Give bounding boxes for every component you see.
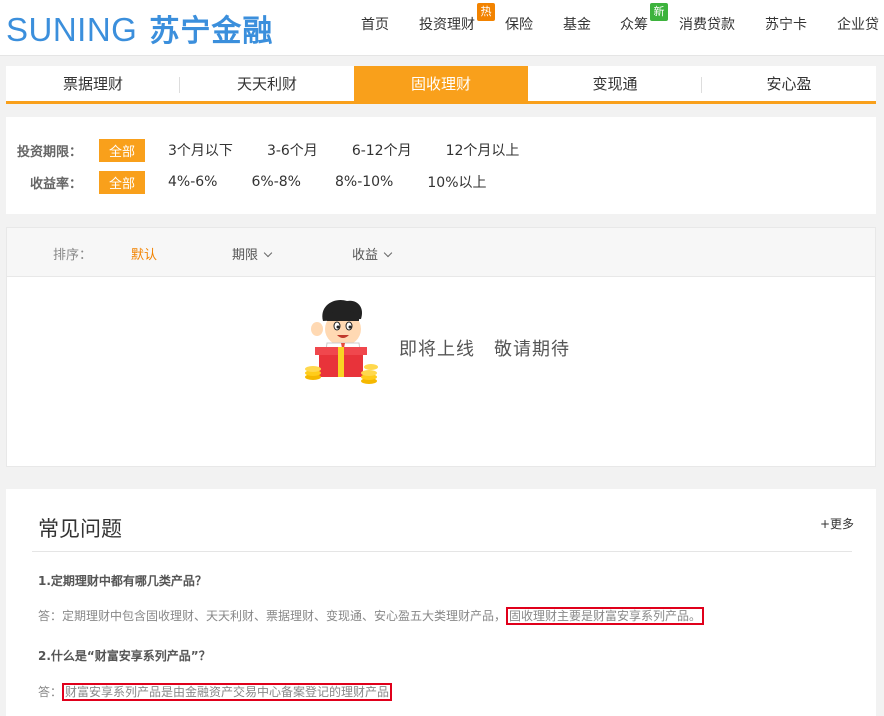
nav-enterprise-loan[interactable]: 企业贷 [837, 14, 879, 34]
faq-answer-1: 答：定期理财中包含固收理财、天天利财、票据理财、变现通、安心盈五大类理财产品，固… [38, 607, 705, 625]
logo-text-cn: 苏宁金融 [149, 14, 274, 49]
tab-bill-finance[interactable]: 票据理财 [6, 66, 180, 101]
nav-fund[interactable]: 基金 [563, 14, 591, 34]
tab-label: 固收理财 [410, 75, 471, 93]
tab-fixed-income[interactable]: 固收理财 [354, 66, 528, 101]
coming-soon-text: 即将上线 敬请期待 [399, 339, 570, 360]
faq-answer-2-text: 答： [38, 685, 63, 699]
faq-question-2: 2.什么是“财富安享系列产品”？ [38, 649, 211, 663]
faq-question-1: 1.定期理财中都有哪几类产品？ [38, 574, 207, 588]
rate-option-8-10[interactable]: 8%-10% [335, 174, 393, 190]
highlight-box: 财富安享系列产品是由金融资产交易中心备案登记的理财产品 [62, 683, 393, 701]
faq-divider [32, 551, 852, 552]
chevron-down-icon [263, 248, 273, 258]
rate-option-over-10[interactable]: 10%以上 [427, 172, 486, 192]
faq-answer-1-text: 答：定期理财中包含固收理财、天天利财、票据理财、变现通、安心盈五大类理财产品， [38, 609, 507, 623]
sort-default[interactable]: 默认 [131, 244, 157, 263]
tab-label: 票据理财 [62, 75, 123, 93]
rate-filter-row: 收益率： 全部 4%-6% 6%-8% 8%-10% 10%以上 [6, 170, 521, 194]
period-option-3-6m[interactable]: 3-6个月 [267, 140, 318, 160]
period-filter-label: 投资期限： [16, 144, 82, 160]
chevron-down-icon [383, 248, 393, 258]
sort-by-yield[interactable]: 收益 [352, 244, 393, 263]
period-option-under-3m[interactable]: 3个月以下 [168, 140, 233, 160]
sort-yield-label: 收益 [352, 248, 379, 263]
faq-title: 常见问题 [38, 517, 122, 541]
nav-suning-card[interactable]: 苏宁卡 [765, 14, 807, 34]
tab-label: 天天利财 [236, 75, 297, 93]
suning-logo[interactable]: SUNING 苏宁金融 [6, 6, 273, 50]
nav-insurance[interactable]: 保险 [505, 14, 533, 34]
sort-label: 排序： [53, 248, 93, 263]
period-option-6-12m[interactable]: 6-12个月 [352, 140, 412, 160]
tab-label: 变现通 [592, 75, 638, 93]
faq-more-link[interactable]: +更多 [820, 515, 854, 532]
sort-by-period[interactable]: 期限 [232, 244, 273, 263]
faq-answer-2: 答： 财富安享系列产品是由金融资产交易中心备案登记的理财产品 [38, 683, 393, 701]
period-option-over-12m[interactable]: 12个月以上 [446, 140, 520, 160]
rate-filter-label: 收益率： [29, 176, 82, 192]
tab-label: 安心盈 [766, 75, 812, 93]
nav-home[interactable]: 首页 [361, 14, 389, 34]
sort-bar: 排序： 默认 期限 收益 [6, 227, 876, 277]
new-badge: 新 [650, 3, 668, 21]
sort-period-label: 期限 [232, 248, 259, 263]
faq-section: 常见问题 +更多 1.定期理财中都有哪几类产品？ 答：定期理财中包含固收理财、天… [6, 489, 876, 716]
tab-daily-finance[interactable]: 天天利财 [180, 66, 354, 101]
period-filter-row: 投资期限： 全部 3个月以下 3-6个月 6-12个月 12个月以上 [6, 138, 553, 162]
nav-crowdfunding[interactable]: 众筹 [620, 14, 648, 34]
product-tabs: 票据理财 天天利财 固收理财 变现通 安心盈 [6, 66, 876, 104]
tab-anxinying[interactable]: 安心盈 [702, 66, 876, 101]
nav-consumer-loan[interactable]: 消费贷款 [679, 14, 735, 34]
empty-state: 即将上线 敬请期待 [6, 277, 876, 467]
filter-panel: 投资期限： 全部 3个月以下 3-6个月 6-12个月 12个月以上 收益率： … [6, 117, 876, 214]
mascot-illustration [305, 299, 378, 384]
logo-text-en: SUNING [6, 11, 138, 48]
tab-liquidation[interactable]: 变现通 [528, 66, 702, 101]
top-header: SUNING 苏宁金融 首页 投资理财 热 保险 基金 众筹 新 消费贷款 苏宁… [0, 0, 884, 56]
highlight-box: 固收理财主要是财富安享系列产品。 [506, 607, 705, 625]
rate-option-all[interactable]: 全部 [99, 170, 146, 194]
nav-investment[interactable]: 投资理财 [419, 14, 475, 34]
rate-option-4-6[interactable]: 4%-6% [168, 174, 217, 190]
rate-option-6-8[interactable]: 6%-8% [252, 174, 301, 190]
hot-badge: 热 [477, 3, 495, 21]
period-option-all[interactable]: 全部 [99, 138, 146, 162]
